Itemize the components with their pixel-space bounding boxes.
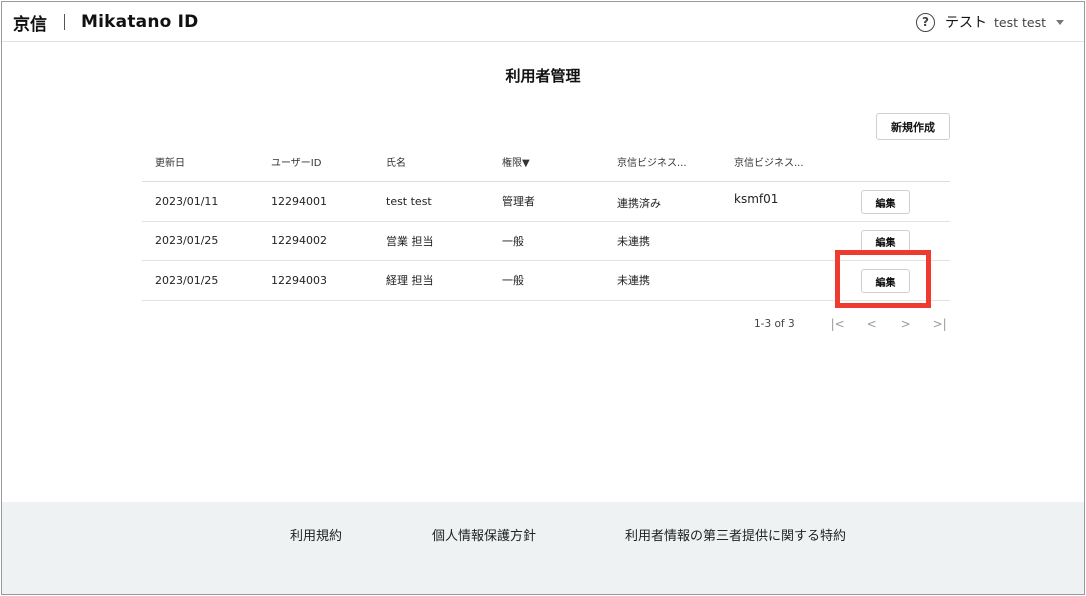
highlight-box	[835, 250, 931, 308]
previous-page-icon[interactable]: <	[855, 317, 889, 331]
cell-user-id: 12294003	[271, 273, 327, 287]
table-row: 2023/01/25 12294002 営業 担当 一般 未連携 編集	[142, 222, 950, 261]
table-header: 更新日 ユーザーID 氏名 権限▼ 京信ビジネス... 京信ビジネス...	[142, 142, 950, 182]
cell-link-status: 未連携	[617, 234, 650, 248]
privacy-policy-link[interactable]: 個人情報保護方針	[432, 525, 536, 544]
cell-link-status: 未連携	[617, 274, 650, 288]
cell-user-id: 12294001	[271, 194, 327, 208]
table-row: 2023/01/25 12294003 経理 担当 一般 未連携 編集	[142, 261, 950, 301]
cell-updated: 2023/01/25	[155, 273, 219, 287]
product-name: Mikatano ID	[81, 12, 199, 32]
third-party-terms-link[interactable]: 利用者情報の第三者提供に関する特約	[625, 525, 846, 544]
edit-button[interactable]: 編集	[861, 190, 910, 214]
column-header-business-id[interactable]: 京信ビジネス...	[734, 142, 804, 181]
create-user-button[interactable]: 新規作成	[876, 113, 950, 140]
cell-role: 一般	[502, 234, 524, 248]
column-header-business-link[interactable]: 京信ビジネス...	[617, 142, 687, 181]
column-header-name[interactable]: 氏名	[386, 142, 406, 181]
footer: 利用規約 個人情報保護方針 利用者情報の第三者提供に関する特約	[2, 502, 1084, 594]
pagination-range: 1-3 of 3	[754, 318, 795, 330]
cell-name: test test	[386, 194, 432, 208]
first-page-icon[interactable]: |<	[821, 317, 855, 331]
last-page-icon[interactable]: >|	[923, 317, 957, 331]
cell-updated: 2023/01/11	[155, 194, 219, 208]
cell-user-id: 12294002	[271, 234, 327, 248]
help-icon[interactable]: ?	[916, 12, 936, 32]
column-header-user-id[interactable]: ユーザーID	[271, 142, 321, 181]
next-page-icon[interactable]: >	[889, 317, 923, 331]
cell-role: 一般	[502, 274, 524, 288]
cell-name: 営業 担当	[386, 234, 434, 248]
user-name: test test	[994, 14, 1046, 30]
top-header: 京信 Mikatano ID ? テスト test test	[2, 2, 1084, 42]
chevron-down-icon[interactable]	[1056, 19, 1064, 25]
table-row: 2023/01/11 12294001 test test 管理者 連携済み k…	[142, 182, 950, 222]
company-name: 京信	[13, 14, 47, 35]
cell-business-id: ksmf01	[734, 192, 779, 207]
cell-role: 管理者	[502, 195, 535, 209]
page-title: 利用者管理	[505, 67, 581, 85]
app-window: 京信 Mikatano ID ? テスト test test 利用者管理 新規作…	[1, 1, 1085, 595]
user-organization: テスト	[945, 15, 988, 31]
brand-logo[interactable]: 京信 Mikatano ID	[13, 10, 199, 35]
cell-link-status: 連携済み	[617, 197, 661, 211]
pagination: 1-3 of 3 |< < > >|	[754, 315, 957, 333]
column-header-role[interactable]: 権限▼	[502, 142, 530, 181]
cell-updated: 2023/01/25	[155, 234, 219, 248]
cell-name: 経理 担当	[386, 274, 434, 288]
brand-divider	[64, 14, 65, 30]
user-table: 更新日 ユーザーID 氏名 権限▼ 京信ビジネス... 京信ビジネス... 20…	[142, 142, 950, 301]
terms-link[interactable]: 利用規約	[290, 525, 342, 544]
column-header-updated[interactable]: 更新日	[155, 142, 185, 181]
user-menu[interactable]: ? テスト test test	[916, 11, 1064, 33]
